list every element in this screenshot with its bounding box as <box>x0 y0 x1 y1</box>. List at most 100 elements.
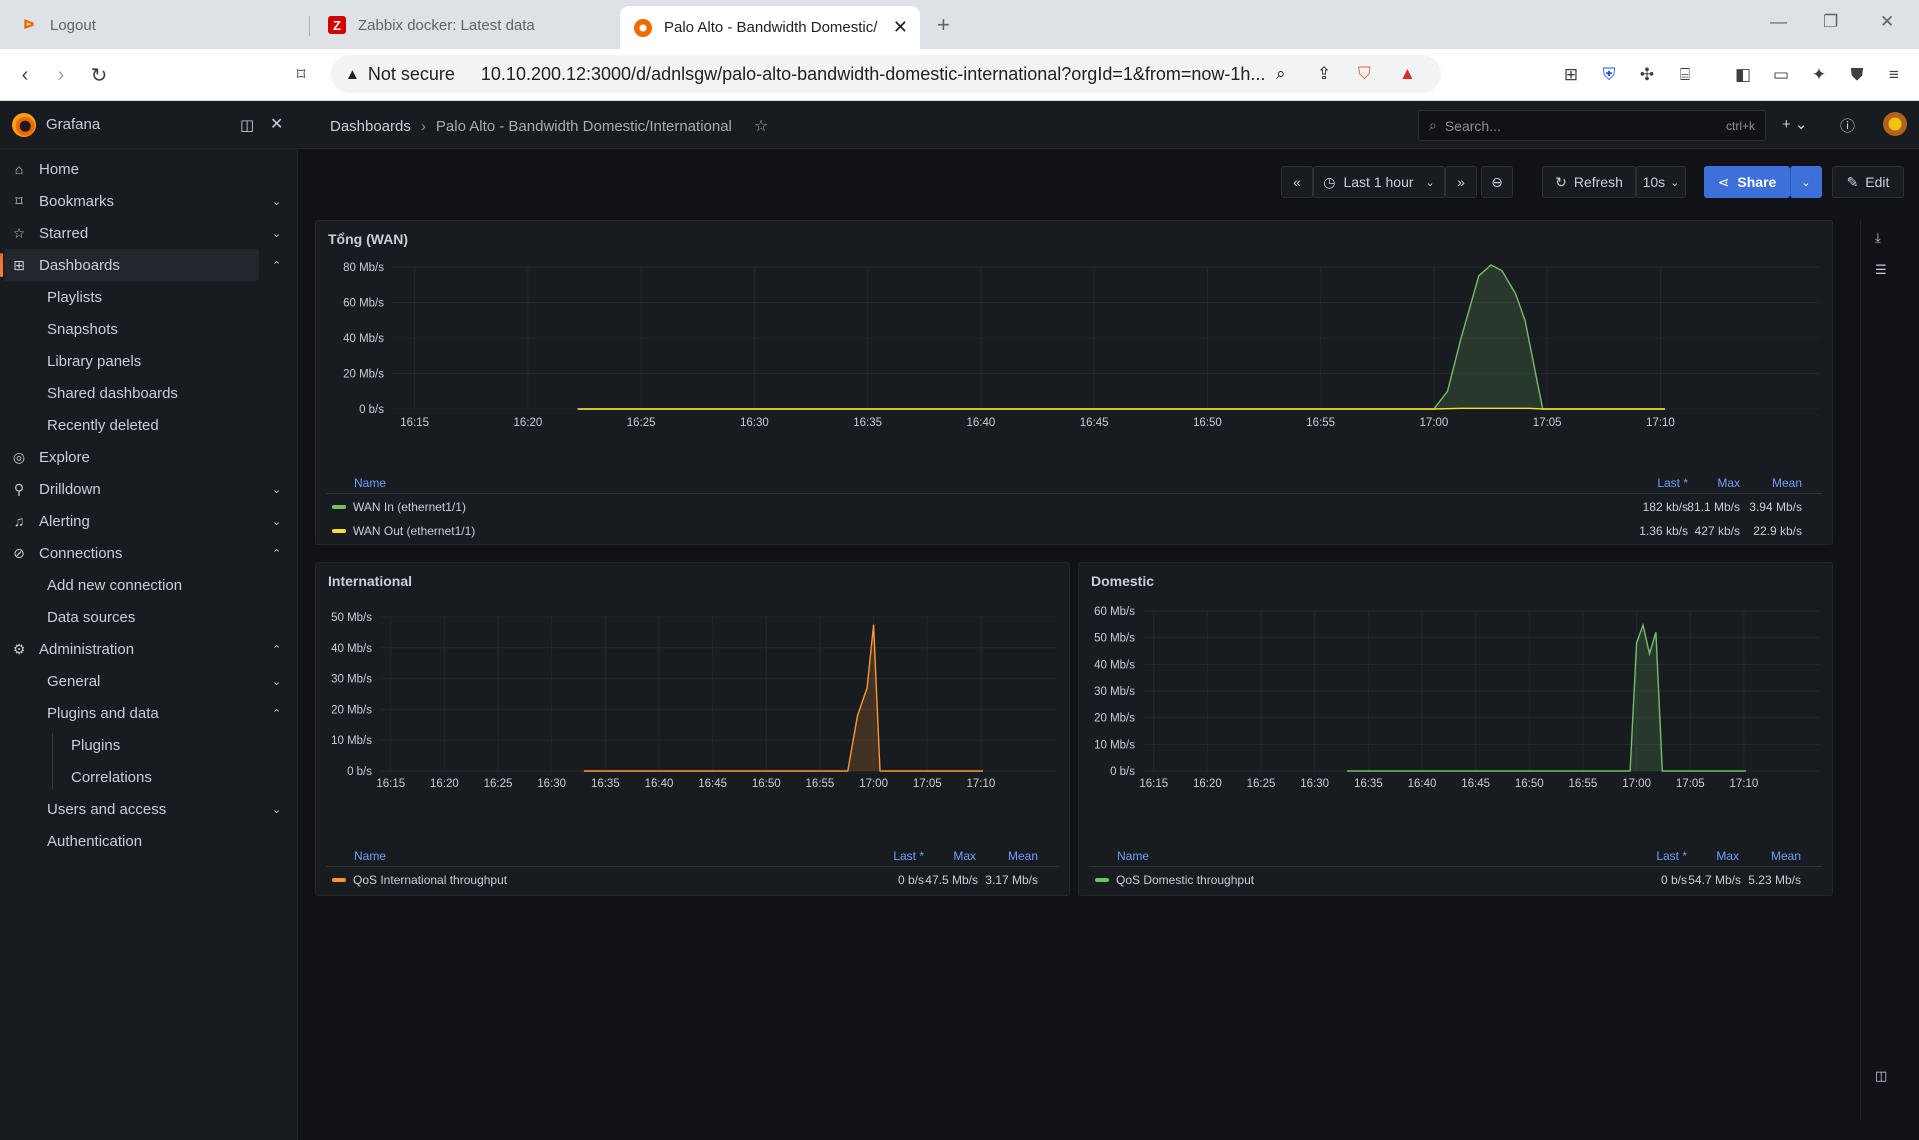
sidebar-item-drilldown[interactable]: ⚲ Drilldown ⌄ <box>0 473 290 505</box>
chevron-down-icon[interactable]: ⌄ <box>272 675 281 688</box>
browser-tab-zabbix[interactable]: Z Zabbix docker: Latest data <box>314 6 614 44</box>
sidebar-item-library-panels[interactable]: Library panels <box>0 345 290 377</box>
sidebar-item-data-sources[interactable]: Data sources <box>0 601 290 633</box>
legend-last-header[interactable]: Last * <box>874 849 924 863</box>
sidebar-item-snapshots[interactable]: Snapshots <box>0 313 290 345</box>
legend-max-header[interactable]: Max <box>1697 849 1739 863</box>
sidebar-item-general[interactable]: General ⌄ <box>0 665 290 697</box>
legend-last-header[interactable]: Last * <box>1638 476 1688 490</box>
sidebar-item-users-and-access[interactable]: Users and access ⌄ <box>0 793 290 825</box>
sidebar-item-shared-dashboards[interactable]: Shared dashboards <box>0 377 290 409</box>
reader-icon[interactable]: ⌸ <box>1673 63 1697 87</box>
panel-international[interactable]: International 0 b/s 10 Mb/s 20 Mb/s 30 Mb/s… <box>315 562 1070 896</box>
edit-button[interactable]: ✎ Edit <box>1832 166 1904 198</box>
legend-mean-header[interactable]: Mean <box>1760 476 1802 490</box>
legend-max-header[interactable]: Max <box>934 849 976 863</box>
sidebar-item-plugins-and-data[interactable]: Plugins and data ⌃ <box>0 697 290 729</box>
browser-tab-logout[interactable]: ᐅ Logout <box>6 6 306 44</box>
sidebar-item-correlations[interactable]: Correlations <box>0 761 290 793</box>
domestic-chart[interactable]: 0 b/s 10 Mb/s 20 Mb/s 30 Mb/s 40 Mb/s 50 Mb/s… <box>1079 603 1834 839</box>
legend-mean-header[interactable]: Mean <box>996 849 1038 863</box>
sidebar-item-bookmarks[interactable]: ⌑ Bookmarks ⌄ <box>0 185 290 217</box>
menu-icon[interactable]: ≡ <box>1882 63 1906 87</box>
legend-max-header[interactable]: Max <box>1698 476 1740 490</box>
browser-tab-grafana[interactable]: Palo Alto - Bandwidth Domestic/ ✕ <box>620 6 920 49</box>
zoom-out-button[interactable]: ⊖ <box>1481 166 1513 198</box>
legend-item[interactable]: WAN Out (ethernet1/1) <box>332 524 475 538</box>
share-page-icon[interactable]: ⇪ <box>1317 64 1331 84</box>
refresh-button[interactable]: ↻ Refresh <box>1542 166 1636 198</box>
panel-domestic[interactable]: Domestic 0 b/s 10 Mb/s 20 Mb/s 30 Mb/s 40 Mb… <box>1078 562 1833 896</box>
refresh-interval-picker[interactable]: 10s ⌄ <box>1636 166 1686 198</box>
brave-rewards-icon[interactable]: ▲ <box>1399 64 1416 84</box>
chevron-down-icon[interactable]: ⌄ <box>272 195 281 208</box>
qr-code-icon[interactable]: ⊞ <box>1559 63 1583 87</box>
share-dropdown-button[interactable]: ⌄ <box>1790 166 1822 198</box>
legend-item[interactable]: WAN In (ethernet1/1) <box>332 500 466 514</box>
brave-shields-icon[interactable]: ⛉ <box>1358 64 1371 84</box>
zoom-icon[interactable]: ⌕ <box>1276 64 1286 84</box>
forward-button[interactable]: › <box>48 62 74 88</box>
breadcrumb-dashboards[interactable]: Dashboards <box>330 118 411 135</box>
chevron-up-icon[interactable]: ⌃ <box>272 643 281 656</box>
avatar[interactable] <box>1883 112 1907 136</box>
star-icon[interactable]: ☆ <box>754 116 768 136</box>
share-button[interactable]: ⋖ Share <box>1704 166 1790 198</box>
close-window-button[interactable]: ✕ <box>1880 12 1894 32</box>
address-bar[interactable]: ▲ Not secure 10.10.200.12:3000/d/adnlsgw… <box>331 55 1441 93</box>
close-tab-icon[interactable]: ✕ <box>893 17 908 38</box>
bookmark-icon[interactable]: ⌑ <box>288 62 314 88</box>
sidebar-item-alerting[interactable]: ♫ Alerting ⌄ <box>0 505 290 537</box>
close-menu-icon[interactable]: ✕ <box>270 114 283 134</box>
reload-button[interactable]: ↻ <box>86 62 112 88</box>
chevron-down-icon[interactable]: ⌄ <box>272 483 281 496</box>
help-icon[interactable]: ⓘ <box>1840 115 1855 136</box>
restore-window-button[interactable]: ❐ <box>1823 12 1838 32</box>
chevron-down-icon[interactable]: ⌄ <box>272 227 281 240</box>
dock-panel-icon[interactable]: ◫ <box>1875 1068 1887 1084</box>
legend-item[interactable]: QoS International throughput <box>332 873 507 887</box>
legend-mean-header[interactable]: Mean <box>1759 849 1801 863</box>
time-back-button[interactable]: « <box>1281 166 1313 198</box>
back-button[interactable]: ‹ <box>12 62 38 88</box>
legend-name-header[interactable]: Name <box>354 849 386 863</box>
time-range-picker[interactable]: ◷ Last 1 hour ⌄ <box>1313 166 1445 198</box>
sidebar-item-starred[interactable]: ☆ Starred ⌄ <box>0 217 290 249</box>
search-input[interactable]: ⌕ Search... ctrl+k <box>1418 110 1766 141</box>
bitwarden-icon[interactable]: ⛨ <box>1597 63 1621 87</box>
sidebar-item-recently-deleted[interactable]: Recently deleted <box>0 409 290 441</box>
minimize-window-button[interactable]: — <box>1770 12 1787 32</box>
grafana-logo-icon[interactable] <box>12 113 36 137</box>
sidebar-item-plugins[interactable]: Plugins <box>0 729 290 761</box>
new-tab-button[interactable]: + <box>937 12 950 38</box>
legend-last-header[interactable]: Last * <box>1637 849 1687 863</box>
international-chart[interactable]: 0 b/s 10 Mb/s 20 Mb/s 30 Mb/s 40 Mb/s 50 Mb/s… <box>316 603 1071 839</box>
panel-wan[interactable]: Tổng (WAN) 0 b/s 20 Mb/s 40 Mb/s 60 Mb/s 80 … <box>315 220 1833 545</box>
sidebar-item-authentication[interactable]: Authentication <box>0 825 290 857</box>
download-icon[interactable]: ⤓ <box>1875 230 1881 246</box>
chevron-up-icon[interactable]: ⌃ <box>272 259 281 272</box>
sidebar-item-explore[interactable]: ◎ Explore <box>0 441 290 473</box>
legend-item[interactable]: QoS Domestic throughput <box>1095 873 1254 887</box>
sidebar-item-add-new-connection[interactable]: Add new connection <box>0 569 290 601</box>
legend-name-header[interactable]: Name <box>354 476 386 490</box>
dock-menu-icon[interactable]: ◫ <box>240 116 254 134</box>
wan-chart[interactable]: 0 b/s 20 Mb/s 40 Mb/s 60 Mb/s 80 Mb/s 16:15 16… <box>316 261 1834 441</box>
extensions-icon[interactable]: ✣ <box>1635 63 1659 87</box>
leo-ai-icon[interactable]: ✦ <box>1807 63 1831 87</box>
outline-list-icon[interactable]: ☰ <box>1875 262 1887 278</box>
chevron-down-icon[interactable]: ⌄ <box>272 803 281 816</box>
chevron-down-icon[interactable]: ⌄ <box>272 515 281 528</box>
sidebar-item-home[interactable]: ⌂ Home <box>0 153 290 185</box>
vpn-icon[interactable]: ⛊ <box>1845 63 1869 87</box>
wallet-icon[interactable]: ▭ <box>1769 63 1793 87</box>
chevron-up-icon[interactable]: ⌃ <box>272 547 281 560</box>
sidebar-item-dashboards[interactable]: ⊞ Dashboards ⌃ <box>0 249 281 281</box>
sidebar-toggle-icon[interactable]: ◧ <box>1731 63 1755 87</box>
legend-name-header[interactable]: Name <box>1117 849 1149 863</box>
sidebar-item-administration[interactable]: ⚙ Administration ⌃ <box>0 633 290 665</box>
time-forward-button[interactable]: » <box>1445 166 1477 198</box>
sidebar-item-playlists[interactable]: Playlists <box>0 281 290 313</box>
sidebar-item-connections[interactable]: ⊘ Connections ⌃ <box>0 537 290 569</box>
new-plus-icon[interactable]: + ⌄ <box>1782 115 1808 133</box>
